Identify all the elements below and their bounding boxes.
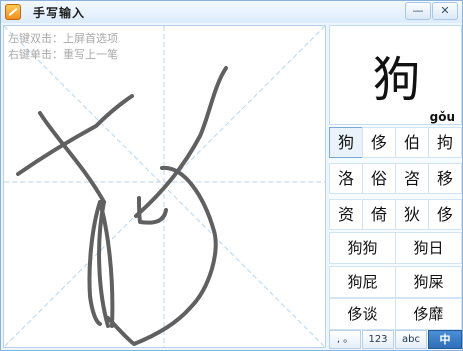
- candidate-word[interactable]: 侈靡: [395, 298, 462, 330]
- stroke-8: [106, 165, 218, 346]
- canvas-drawing: [4, 26, 325, 347]
- candidate-char[interactable]: 侈: [428, 199, 462, 230]
- candidate-char[interactable]: 移: [428, 163, 462, 194]
- stroke-6: [134, 66, 228, 218]
- candidate-word[interactable]: 狗狗: [329, 232, 396, 264]
- candidate-char[interactable]: 咨: [395, 163, 429, 194]
- candidate-char[interactable]: 俗: [362, 163, 396, 194]
- candidate-word[interactable]: 侈谈: [329, 298, 396, 330]
- pen-icon: [5, 4, 21, 20]
- hint-right-click: 右键单击：重写上一笔: [8, 48, 118, 61]
- candidate-selected[interactable]: 狗: [329, 127, 363, 158]
- candidate-char[interactable]: 侈: [362, 127, 396, 158]
- input-mode-bar: , 。 123 abc 中: [329, 330, 462, 349]
- title-bar[interactable]: 手写输入 — ✕: [1, 1, 462, 23]
- candidate-char[interactable]: 狄: [395, 199, 429, 230]
- preview-character: 狗: [372, 52, 421, 108]
- candidate-panel: 狗 gǒu 狗 侈 伯 拘 洛 俗 咨 移 资 倚 狄 侈 狗狗 狗日 狗屁 狗…: [329, 25, 462, 349]
- candidate-word[interactable]: 狗屁: [329, 266, 396, 298]
- preview-box: 狗 gǒu: [329, 25, 462, 125]
- candidate-char[interactable]: 拘: [428, 127, 462, 158]
- mode-letters-button[interactable]: abc: [395, 330, 427, 349]
- mode-chinese-button[interactable]: 中: [428, 330, 462, 349]
- candidate-char[interactable]: 倚: [362, 199, 396, 230]
- close-button[interactable]: ✕: [432, 2, 458, 20]
- window-title: 手写输入: [33, 6, 86, 20]
- candidate-char[interactable]: 伯: [395, 127, 429, 158]
- handwriting-canvas[interactable]: 左键双击：上屏首选项 右键单击：重写上一笔: [3, 25, 326, 348]
- candidate-word[interactable]: 狗屎: [395, 266, 462, 298]
- mode-digits-button[interactable]: 123: [362, 330, 394, 349]
- mode-punctuation-button[interactable]: , 。: [329, 330, 361, 349]
- handwriting-window: 手写输入 — ✕ 左键双击：上屏首选项 右键单击：重写上一笔 狗 gǒu 狗 侈…: [0, 0, 463, 351]
- hint-double-click: 左键双击：上屏首选项: [8, 32, 118, 45]
- candidate-char[interactable]: 资: [329, 199, 363, 230]
- preview-pinyin: gǒu: [429, 110, 455, 124]
- ink-strokes: [16, 66, 228, 346]
- minimize-button[interactable]: —: [405, 2, 431, 20]
- candidate-char[interactable]: 洛: [329, 163, 363, 194]
- candidate-word[interactable]: 狗日: [395, 232, 462, 264]
